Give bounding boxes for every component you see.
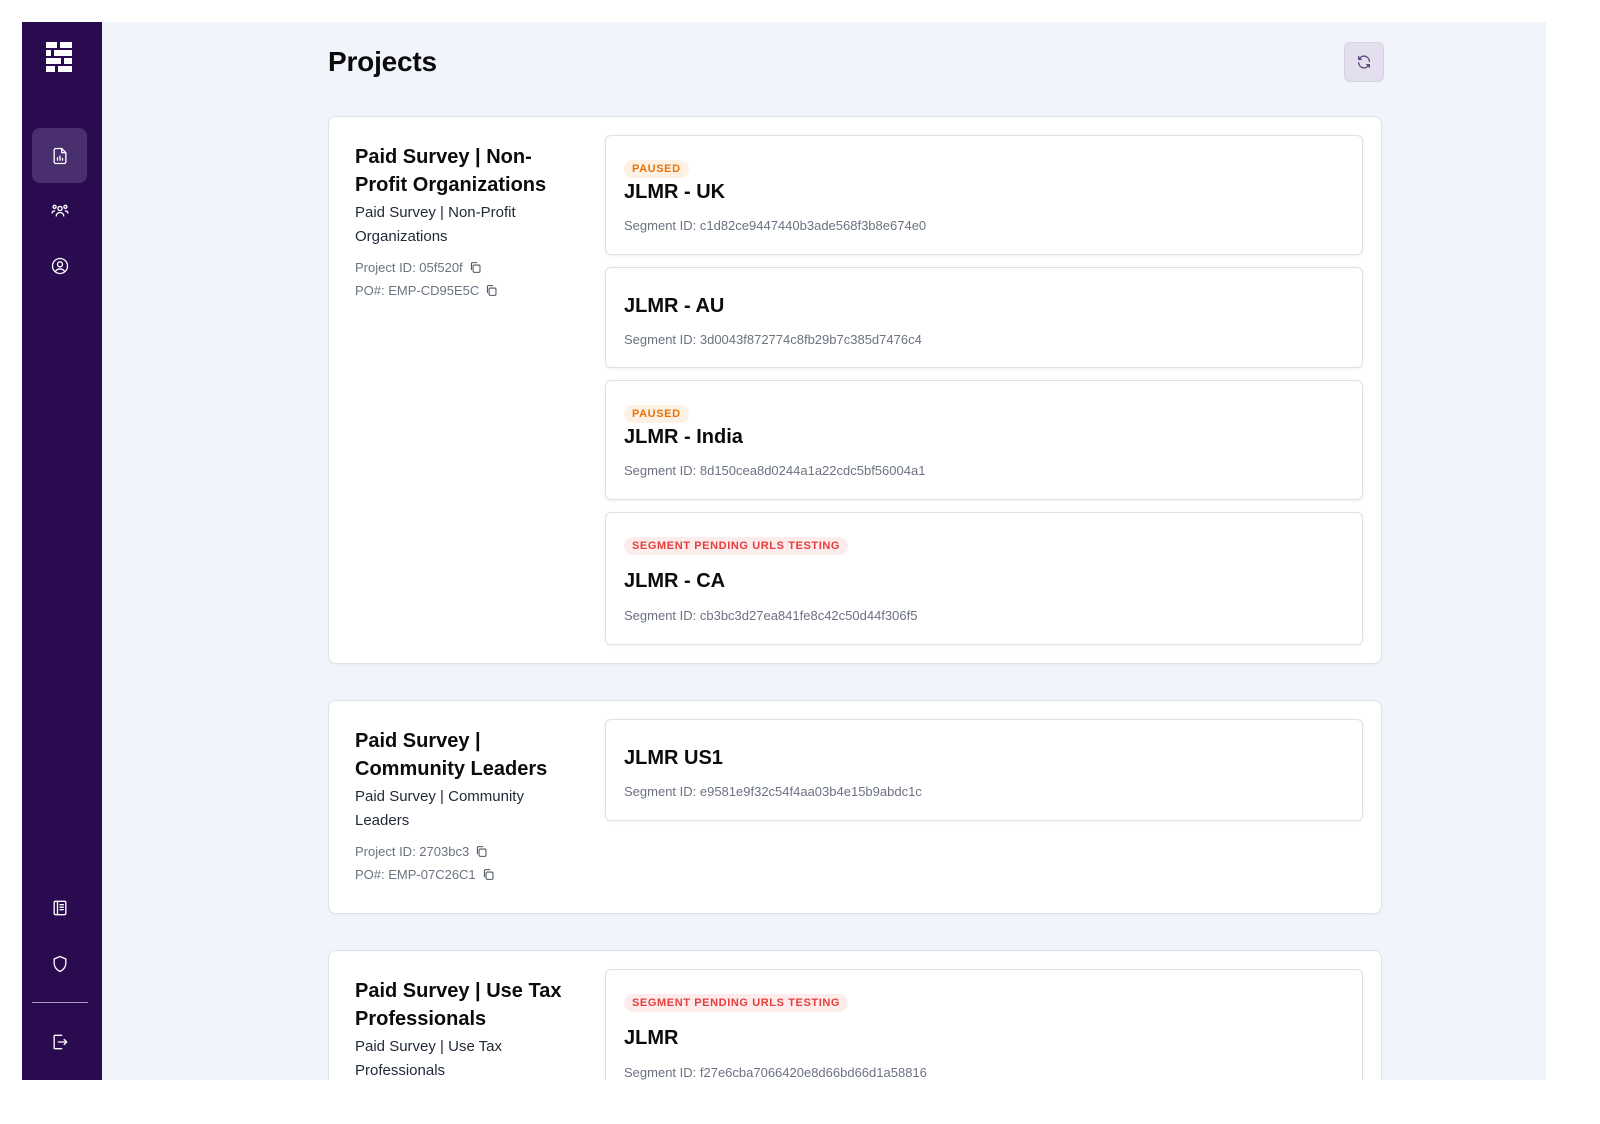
refresh-icon (1358, 55, 1370, 69)
user-circle-icon (51, 257, 68, 274)
po-number: PO#: EMP-CD95E5C (355, 279, 575, 302)
project-info: Paid Survey | Community Leaders Paid Sur… (355, 727, 575, 886)
nav-logout[interactable] (32, 1014, 87, 1069)
po-number-text: PO#: EMP-07C26C1 (355, 867, 476, 882)
segment-id: Segment ID: cb3bc3d27ea841fe8c42c50d44f3… (624, 608, 918, 623)
segment-id: Segment ID: 8d150cea8d0244a1a22cdc5bf560… (624, 463, 926, 478)
project-card: Paid Survey | Use Tax Professionals Paid… (328, 950, 1382, 1080)
project-card: Paid Survey | Non-Profit Organizations P… (328, 116, 1382, 664)
copy-icon[interactable] (485, 284, 498, 297)
segment-name: JLMR - AU (624, 295, 725, 317)
po-number: PO#: EMP-07C26C1 (355, 863, 575, 886)
project-name: Paid Survey | Non-Profit Organizations (355, 146, 547, 196)
nav-security[interactable] (32, 936, 87, 991)
segment-name: JLMR - UK (624, 181, 726, 203)
page-title: Projects (328, 46, 437, 77)
nav-reports[interactable] (32, 128, 87, 183)
project-info: Paid Survey | Use Tax Professionals Paid… (355, 977, 575, 1080)
segment-id: Segment ID: 3d0043f872774c8fb29b7c385d74… (624, 332, 922, 347)
project-description: Paid Survey | Community Leaders (355, 788, 524, 829)
nav-account[interactable] (32, 238, 87, 293)
project-id: Project ID: 05f520f (355, 256, 575, 279)
segment-name: JLMR - CA (624, 570, 726, 592)
sidebar-divider (32, 1002, 88, 1003)
segment-id: Segment ID: e9581e9f32c54f4aa03b4e15b9ab… (624, 784, 922, 799)
segment-card[interactable]: SEGMENT PENDING URLS TESTING JLMR - CA S… (605, 512, 1363, 645)
main-content: Projects Paid Survey | Non-Profit Organi… (102, 22, 1546, 1080)
segment-card[interactable]: PAUSED JLMR - India Segment ID: 8d150cea… (605, 380, 1363, 500)
segment-id: Segment ID: c1d82ce9447440b3ade568f3b8e6… (624, 218, 927, 233)
nav-docs[interactable] (32, 880, 87, 935)
grid-logo-icon[interactable] (46, 42, 72, 72)
status-badge: PAUSED (624, 405, 689, 423)
segment-name: JLMR (624, 1027, 679, 1049)
copy-icon[interactable] (475, 845, 488, 858)
segment-card[interactable]: JLMR - AU Segment ID: 3d0043f872774c8fb2… (605, 267, 1363, 368)
copy-icon[interactable] (469, 261, 482, 274)
book-icon (53, 900, 66, 915)
status-badge: PAUSED (624, 160, 689, 178)
project-id: Project ID: 2703bc3 (355, 840, 575, 863)
project-id-text: Project ID: 05f520f (355, 260, 463, 275)
users-group-icon (50, 204, 69, 217)
po-number-text: PO#: EMP-CD95E5C (355, 283, 480, 298)
segment-name: JLMR US1 (624, 747, 723, 769)
segment-card[interactable]: SEGMENT PENDING URLS TESTING JLMR Segmen… (605, 969, 1363, 1080)
nav-users[interactable] (32, 183, 87, 238)
report-document-icon (53, 147, 66, 164)
project-id-text: Project ID: 2703bc3 (355, 844, 470, 859)
segment-id: Segment ID: f27e6cba7066420e8d66bd66d1a5… (624, 1065, 927, 1080)
project-name: Paid Survey | Use Tax Professionals (355, 980, 562, 1030)
app-window: Projects Paid Survey | Non-Profit Organi… (22, 22, 1546, 1080)
project-name: Paid Survey | Community Leaders (355, 730, 548, 780)
shield-icon (53, 955, 66, 972)
status-badge: SEGMENT PENDING URLS TESTING (624, 537, 849, 555)
segment-card[interactable]: JLMR US1 Segment ID: e9581e9f32c54f4aa03… (605, 719, 1363, 821)
project-description: Paid Survey | Non-Profit Organizations (355, 204, 516, 245)
project-card: Paid Survey | Community Leaders Paid Sur… (328, 700, 1382, 914)
refresh-button[interactable] (1344, 42, 1384, 82)
segment-card[interactable]: PAUSED JLMR - UK Segment ID: c1d82ce9447… (605, 135, 1363, 255)
project-info: Paid Survey | Non-Profit Organizations P… (355, 143, 575, 302)
status-badge: SEGMENT PENDING URLS TESTING (624, 994, 849, 1012)
logout-icon (53, 1034, 67, 1049)
copy-icon[interactable] (482, 868, 495, 881)
segment-name: JLMR - India (624, 426, 743, 448)
project-description: Paid Survey | Use Tax Professionals (355, 1038, 503, 1079)
sidebar (22, 22, 102, 1080)
